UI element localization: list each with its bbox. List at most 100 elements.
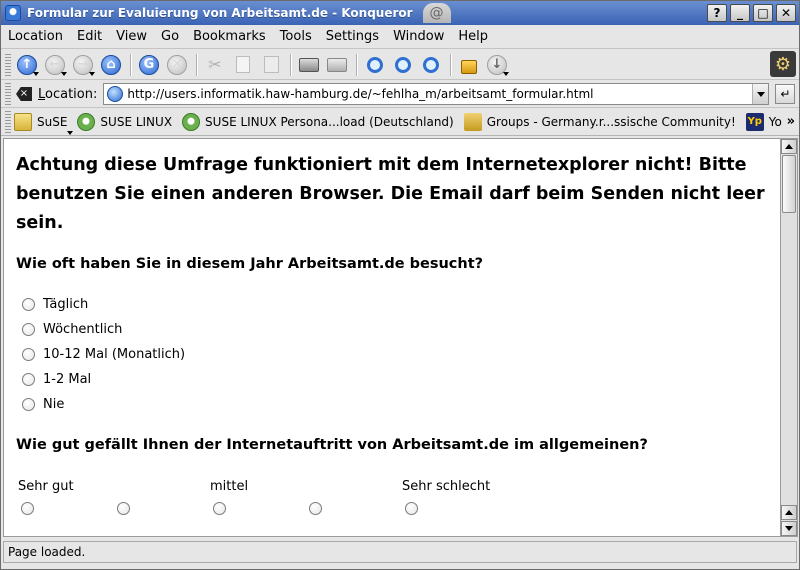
menu-bookmarks[interactable]: Bookmarks [186, 26, 273, 48]
scroll-thumb[interactable] [782, 155, 796, 213]
forward-button[interactable]: → [70, 52, 96, 78]
radio-button[interactable] [22, 373, 35, 386]
minimize-button[interactable]: _ [730, 4, 750, 22]
rating-radio-3[interactable] [213, 502, 226, 515]
locbar-grip[interactable] [5, 83, 11, 105]
url-history-dropdown[interactable] [752, 84, 769, 104]
home-icon: ⌂ [101, 54, 121, 75]
radio-button[interactable] [22, 398, 35, 411]
konqueror-app-icon[interactable] [5, 5, 21, 21]
bookmark-groups[interactable]: Groups - Germany.r...ssische Community! [463, 113, 736, 131]
bookmark-suse-download[interactable]: SUSE LINUX Persona...load (Deutschland) [182, 113, 454, 131]
magnifier-icon [367, 56, 383, 73]
rating-radio-4[interactable] [309, 502, 322, 515]
print-button[interactable] [296, 52, 322, 78]
scale-label-very-good: Sehr gut [18, 479, 74, 494]
rating-radio-5[interactable] [405, 502, 418, 515]
radio-button[interactable] [22, 298, 35, 311]
back-button[interactable]: ← [42, 52, 68, 78]
window-title: Formular zur Evaluierung von Arbeitsamt.… [27, 6, 413, 20]
menu-tools[interactable]: Tools [273, 26, 319, 48]
page-content: Achtung diese Umfrage funktioniert mit d… [3, 138, 781, 537]
menu-edit[interactable]: Edit [70, 26, 109, 48]
find-button[interactable] [362, 52, 388, 78]
rating-radio-1[interactable] [21, 502, 34, 515]
konqueror-window: Formular zur Evaluierung von Arbeitsamt.… [0, 0, 800, 570]
question-visits: Wie oft haben Sie in diesem Jahr Arbeits… [16, 256, 484, 272]
radio-button[interactable] [22, 323, 35, 336]
toolbar-grip[interactable] [5, 53, 11, 76]
clear-location-icon[interactable]: × [16, 87, 32, 101]
menu-location[interactable]: Location [1, 26, 70, 48]
rating-radio-2[interactable] [117, 502, 130, 515]
print-frame-button[interactable] [324, 52, 350, 78]
security-button[interactable] [456, 52, 482, 78]
bookmark-toolbar: SuSE SUSE LINUX SUSE LINUX Persona...loa… [1, 109, 799, 136]
zoom-out-icon [423, 56, 439, 73]
location-label: Location: [38, 86, 98, 102]
url-text[interactable]: http://users.informatik.haw-hamburg.de/~… [127, 87, 752, 101]
cut-button[interactable]: ✂ [202, 52, 228, 78]
paste-icon [263, 56, 279, 73]
printer-icon [299, 57, 319, 72]
home-button[interactable]: ⌂ [98, 52, 124, 78]
konqueror-activity-icon: ⚙ [770, 51, 796, 77]
menu-help[interactable]: Help [451, 26, 495, 48]
status-bar: Page loaded. [3, 541, 797, 563]
question-rating: Wie gut gefällt Ihnen der Internetauftri… [16, 437, 648, 453]
favicon-icon [107, 86, 124, 102]
zoom-in-button[interactable] [390, 52, 416, 78]
maximize-button[interactable]: □ [753, 4, 773, 22]
stop-button[interactable]: ✕ [164, 52, 190, 78]
up-button[interactable]: ↑ [14, 52, 40, 78]
go-button[interactable]: ↵ [775, 84, 796, 104]
bookbar-grip[interactable] [5, 111, 11, 133]
option-1-2-times[interactable]: 1-2 Mal [22, 372, 91, 387]
vertical-scrollbar[interactable] [781, 138, 798, 537]
option-never[interactable]: Nie [22, 397, 64, 412]
menu-window[interactable]: Window [386, 26, 451, 48]
scissors-icon: ✂ [208, 55, 222, 74]
radio-button[interactable] [22, 348, 35, 361]
option-daily[interactable]: Täglich [22, 297, 88, 312]
location-bar: × Location: http://users.informatik.haw-… [1, 81, 799, 108]
option-monthly[interactable]: 10-12 Mal (Monatlich) [22, 347, 185, 362]
zoom-out-button[interactable] [418, 52, 444, 78]
folder-icon [14, 113, 32, 131]
reload-button[interactable]: G [136, 52, 162, 78]
title-bar: Formular zur Evaluierung von Arbeitsamt.… [1, 1, 799, 25]
bookmark-yp[interactable]: Yp Yo [745, 113, 782, 131]
copy-button[interactable] [230, 52, 256, 78]
close-button[interactable]: ✕ [776, 4, 796, 22]
scale-label-medium: mittel [210, 479, 249, 494]
scroll-up-button-bottom[interactable] [781, 505, 797, 520]
lock-icon [461, 60, 477, 74]
copy-icon [236, 56, 250, 73]
scroll-down-button[interactable] [781, 521, 797, 536]
groups-icon [463, 113, 482, 131]
scale-label-very-bad: Sehr schlecht [402, 479, 491, 494]
download-button[interactable]: ↓ [484, 52, 510, 78]
scroll-up-button[interactable] [781, 139, 797, 154]
browser-warning: Achtung diese Umfrage funktioniert mit d… [16, 155, 765, 233]
url-field[interactable]: http://users.informatik.haw-hamburg.de/~… [103, 83, 770, 105]
printer-frame-icon [327, 57, 347, 72]
help-button[interactable]: ? [707, 4, 727, 22]
paste-button[interactable] [258, 52, 284, 78]
menu-settings[interactable]: Settings [319, 26, 386, 48]
bookmark-folder-suse[interactable]: SuSE [14, 113, 73, 135]
stop-icon: ✕ [167, 54, 187, 75]
bookmark-suse-linux[interactable]: SUSE LINUX [77, 113, 172, 131]
reload-icon: G [139, 54, 159, 75]
main-toolbar: ↑ ← → ⌂ G ✕ ✂ ↓ ⚙ [1, 50, 799, 80]
menu-view[interactable]: View [109, 26, 154, 48]
suse-icon [182, 113, 201, 131]
more-bookmarks-chevron-icon[interactable]: » [787, 114, 795, 129]
zoom-in-icon [395, 56, 411, 73]
suse-icon [77, 113, 96, 131]
menu-bar: Location Edit View Go Bookmarks Tools Se… [1, 25, 799, 49]
desktop-swirl-icon[interactable]: @ [422, 3, 451, 23]
yp-icon: Yp [745, 113, 764, 131]
menu-go[interactable]: Go [154, 26, 186, 48]
option-weekly[interactable]: Wöchentlich [22, 322, 122, 337]
